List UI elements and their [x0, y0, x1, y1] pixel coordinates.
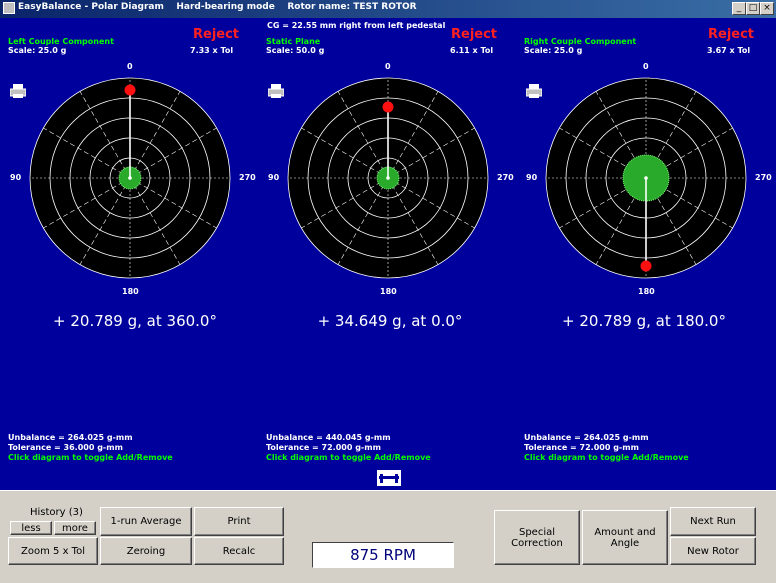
next-run-label: Next Run [690, 516, 736, 527]
polar-diagram-right[interactable] [541, 73, 751, 283]
special-correction-button[interactable]: Special Correction [494, 510, 580, 565]
panel-left-tolerance: Tolerance = 36.000 g-mm [8, 443, 123, 452]
new-rotor-button[interactable]: New Rotor [670, 537, 756, 565]
next-run-button[interactable]: Next Run [670, 507, 756, 536]
printer-icon[interactable] [268, 84, 284, 98]
maximize-button[interactable]: □ [746, 2, 760, 15]
panel-right-unbalance: Unbalance = 264.025 g-mm [524, 433, 649, 442]
panel-right-name: Right Couple Component [524, 37, 637, 46]
panel-right-value: + 20.789 g, at 180.0° [562, 312, 726, 330]
close-button[interactable]: × [760, 2, 774, 15]
rotor-icon [377, 470, 401, 486]
history-less-label: less [21, 522, 41, 534]
panel-center-tol-ratio: 6.11 x Tol [450, 46, 494, 55]
angle-label-top: 0 [643, 62, 649, 71]
rpm-display: 875 RPM [312, 542, 454, 568]
one-run-average-label: 1-run Average [110, 516, 182, 527]
history-more-label: more [62, 522, 88, 534]
print-button[interactable]: Print [194, 507, 284, 536]
panel-right-scale: Scale: 25.0 g [524, 46, 583, 55]
history-label: History (3) [30, 507, 83, 518]
panel-center-tolerance: Tolerance = 72.000 g-mm [266, 443, 381, 452]
unbalance-marker [640, 260, 652, 272]
one-run-average-button[interactable]: 1-run Average [100, 507, 192, 536]
panel-left-hint: Click diagram to toggle Add/Remove [8, 453, 173, 462]
zoom-label: Zoom 5 x Tol [21, 545, 85, 557]
printer-icon[interactable] [10, 84, 26, 98]
panel-left-scale: Scale: 25.0 g [8, 46, 67, 55]
angle-label-top: 0 [127, 62, 133, 71]
panel-left-status: Reject [193, 27, 240, 42]
window-title: EasyBalance - Polar Diagram Hard-bearing… [18, 2, 417, 12]
panel-center-scale: Scale: 50.0 g [266, 46, 325, 55]
polar-diagram-left[interactable] [25, 73, 235, 283]
recalc-button[interactable]: Recalc [194, 537, 284, 565]
panel-right-tol-ratio: 3.67 x Tol [707, 46, 751, 55]
unbalance-marker [124, 84, 136, 96]
panel-left-unbalance: Unbalance = 264.025 g-mm [8, 433, 133, 442]
polar-diagram-area: CG = 22.55 mm right from left pedestal L… [0, 18, 776, 490]
angle-label-right: 270 [239, 173, 256, 182]
recalc-label: Recalc [222, 545, 256, 557]
angle-label-left: 90 [268, 173, 280, 182]
zeroing-button[interactable]: Zeroing [100, 537, 192, 565]
zeroing-label: Zeroing [126, 545, 166, 557]
panel-center-hint: Click diagram to toggle Add/Remove [266, 453, 431, 462]
angle-label-bottom: 180 [638, 287, 655, 296]
panel-right-tolerance: Tolerance = 72.000 g-mm [524, 443, 639, 452]
panel-left-value: + 20.789 g, at 360.0° [53, 312, 217, 330]
angle-label-right: 270 [497, 173, 514, 182]
print-label: Print [227, 516, 251, 527]
panel-center-unbalance: Unbalance = 440.045 g-mm [266, 433, 391, 442]
minimize-button[interactable]: _ [732, 2, 746, 15]
panel-center-name: Static Plane [266, 37, 321, 46]
new-rotor-label: New Rotor [687, 545, 739, 557]
title-bar: EasyBalance - Polar Diagram Hard-bearing… [0, 0, 776, 18]
amount-and-angle-label: Amount and Angle [594, 526, 656, 549]
zoom-button[interactable]: Zoom 5 x Tol [8, 537, 98, 565]
panel-center-value: + 34.649 g, at 0.0° [317, 312, 463, 330]
unbalance-marker [382, 101, 394, 113]
angle-label-bottom: 180 [380, 287, 397, 296]
panel-center-status: Reject [451, 27, 498, 42]
panel-left-name: Left Couple Component [8, 37, 114, 46]
angle-label-bottom: 180 [122, 287, 139, 296]
angle-label-left: 90 [10, 173, 22, 182]
printer-icon[interactable] [526, 84, 542, 98]
angle-label-top: 0 [385, 62, 391, 71]
panel-right-hint: Click diagram to toggle Add/Remove [524, 453, 689, 462]
cg-text: CG = 22.55 mm right from left pedestal [267, 21, 446, 30]
panel-right-status: Reject [708, 27, 755, 42]
app-icon [3, 2, 15, 14]
polar-diagram-center[interactable] [283, 73, 493, 283]
special-correction-label: Special Correction [511, 526, 563, 549]
panel-left-tol-ratio: 7.33 x Tol [190, 46, 234, 55]
angle-label-left: 90 [526, 173, 538, 182]
angle-label-right: 270 [755, 173, 772, 182]
amount-and-angle-button[interactable]: Amount and Angle [582, 510, 668, 565]
history-more-button[interactable]: more [54, 521, 96, 535]
history-less-button[interactable]: less [10, 521, 52, 535]
